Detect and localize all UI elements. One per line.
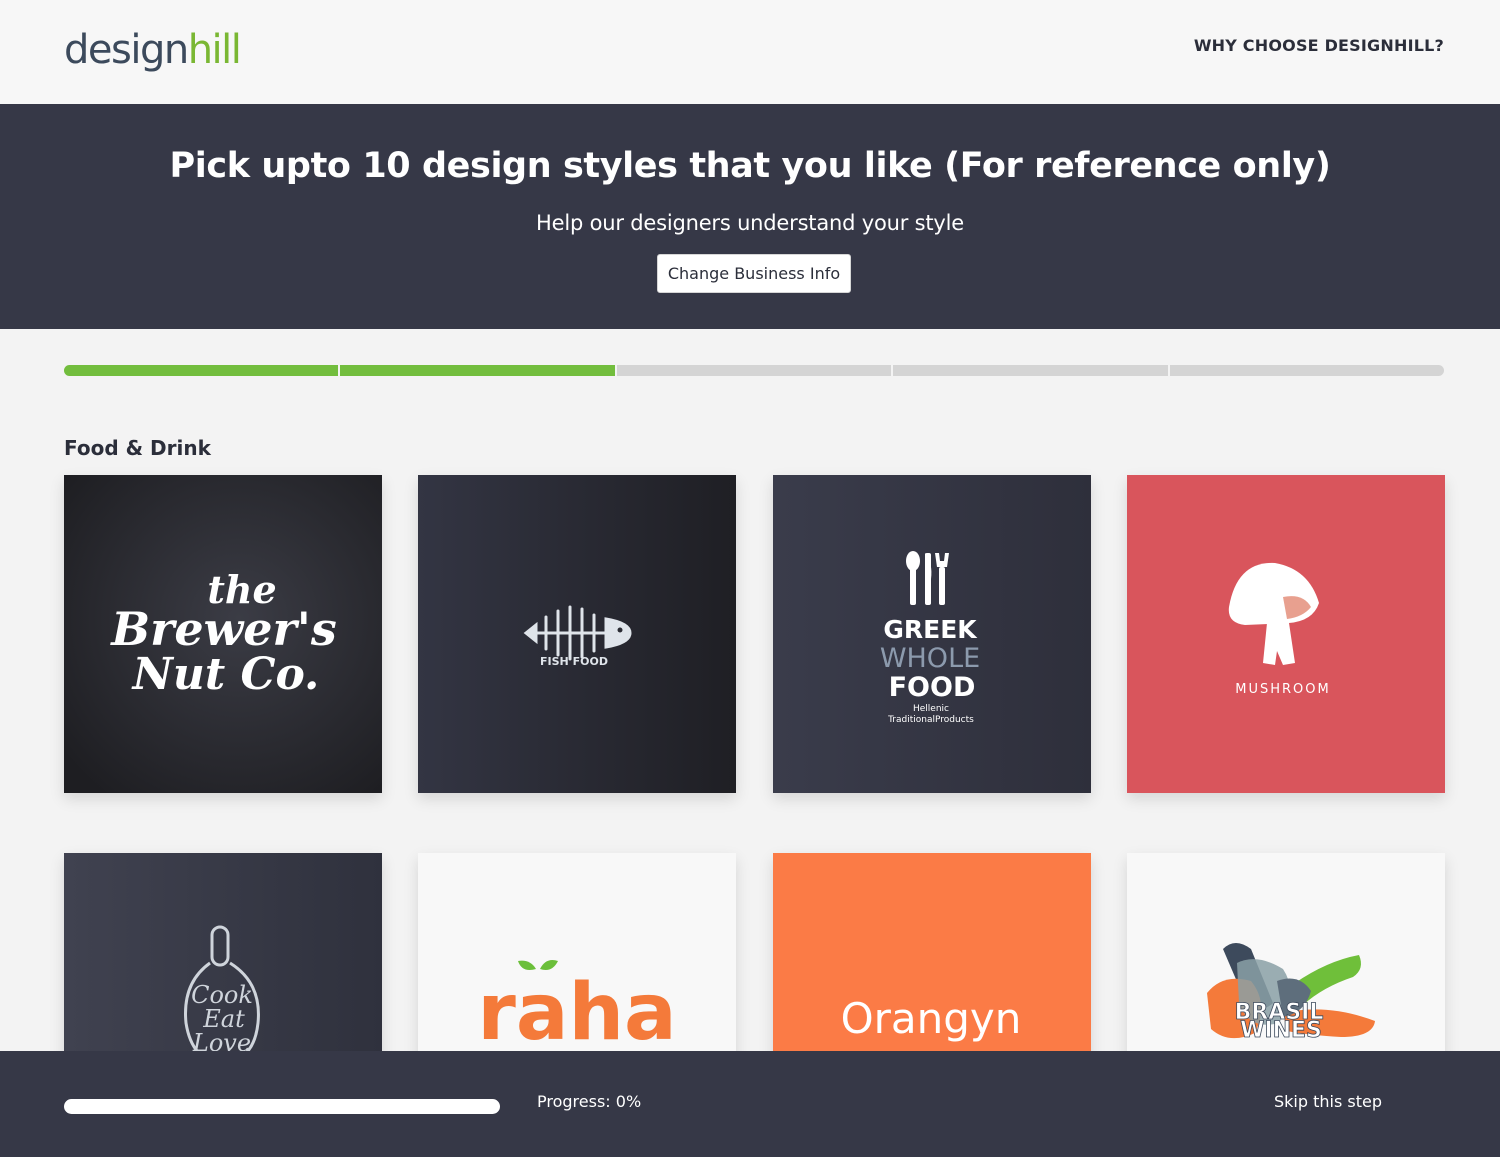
page-title: Pick upto 10 design styles that you like… (169, 146, 1331, 186)
why-choose-link[interactable]: WHY CHOOSE DESIGNHILL? (1194, 36, 1444, 55)
step-progress-bar (64, 365, 1445, 376)
mushroom-label: MUSHROOM (1235, 682, 1330, 697)
style-tile-fish-food[interactable]: FISH FOOD (418, 475, 736, 793)
greek-line2: WHOLE (880, 643, 980, 674)
page-subtitle: Help our designers understand your style (536, 211, 964, 235)
style-tile-brewers-nut[interactable]: the Brewer's Nut Co. (64, 475, 382, 793)
style-tile-greek-whole-food[interactable]: GREEK WHOLE FOOD Hellenic TraditionalPro… (773, 475, 1091, 793)
step-segment (616, 365, 892, 376)
hero-banner: Pick upto 10 design styles that you like… (0, 104, 1500, 329)
step-segment (64, 365, 339, 376)
orangyn-label: Orangyn (841, 994, 1022, 1043)
greek-line3: FOOD (889, 672, 976, 703)
brewers-line3: Nut Co. (131, 649, 320, 700)
greek-line5: TraditionalProducts (887, 715, 974, 725)
change-business-info-button[interactable]: Change Business Info (657, 254, 851, 293)
category-heading: Food & Drink (64, 436, 211, 460)
raha-label: raha (477, 968, 676, 1058)
logo-design-text: design (64, 27, 189, 73)
overall-progress-bar (64, 1099, 500, 1114)
designhill-logo[interactable]: designhill (64, 22, 242, 78)
logo-hill-text: hill (187, 27, 242, 73)
step-segment (893, 365, 1168, 376)
brewers-line2: Brewer's (109, 602, 336, 656)
step-segment (340, 365, 615, 376)
skip-step-link[interactable]: Skip this step (1274, 1092, 1382, 1111)
top-header: designhill WHY CHOOSE DESIGNHILL? (0, 0, 1500, 104)
bottom-action-bar: Progress: 0% Skip this step (0, 1051, 1500, 1157)
step-segment (1169, 365, 1445, 376)
fish-food-label: FISH FOOD (540, 655, 608, 668)
greek-line4: Hellenic (913, 704, 949, 714)
style-tile-mushroom[interactable]: MUSHROOM (1127, 475, 1445, 793)
progress-text: Progress: 0% (537, 1092, 642, 1111)
greek-line1: GREEK (883, 615, 978, 644)
brasil-line2: WINES (1240, 1018, 1322, 1043)
